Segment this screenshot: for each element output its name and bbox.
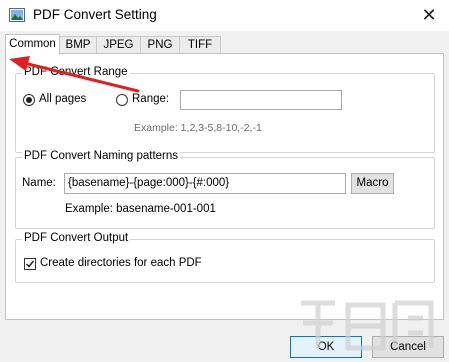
- close-icon: ✕: [421, 5, 437, 25]
- naming-group: PDF Convert Naming patterns Name: {basen…: [15, 150, 435, 229]
- tab-common[interactable]: Common: [5, 34, 60, 55]
- naming-example: Example: basename-001-001: [65, 203, 216, 215]
- name-label: Name:: [22, 177, 56, 189]
- all-pages-label[interactable]: All pages: [39, 93, 86, 105]
- ok-button[interactable]: OK: [290, 336, 362, 358]
- all-pages-radio[interactable]: [23, 94, 35, 106]
- tab-bmp[interactable]: BMP: [59, 36, 97, 54]
- range-radio[interactable]: [116, 94, 128, 106]
- tab-tiff[interactable]: TIFF: [179, 36, 221, 54]
- tab-png[interactable]: PNG: [140, 36, 180, 54]
- app-icon: [9, 8, 25, 22]
- macro-button[interactable]: Macro: [351, 173, 394, 194]
- create-dirs-label[interactable]: Create directories for each PDF: [40, 257, 202, 269]
- checkmark-icon: [25, 260, 35, 268]
- range-group-title: PDF Convert Range: [22, 66, 130, 78]
- naming-group-title: PDF Convert Naming patterns: [22, 150, 181, 162]
- tab-panel-common: PDF Convert Range All pages Range: Examp…: [5, 53, 444, 320]
- close-button[interactable]: ✕: [409, 0, 449, 31]
- range-input[interactable]: [180, 90, 342, 110]
- create-dirs-checkbox[interactable]: [24, 258, 36, 270]
- range-label[interactable]: Range:: [132, 93, 169, 105]
- name-pattern-input[interactable]: {basename}-{page:000}-{#:000}: [64, 173, 346, 194]
- range-group: PDF Convert Range All pages Range: Examp…: [15, 66, 435, 153]
- title-bar: PDF Convert Setting ✕: [0, 0, 449, 32]
- range-example: Example: 1,2,3-5,8-10,-2,-1: [134, 122, 262, 134]
- dialog-client-area: Common BMP JPEG PNG TIFF PDF Convert Ran…: [0, 31, 449, 362]
- tab-common-label: Common: [9, 38, 56, 50]
- tab-tiff-label: TIFF: [187, 39, 213, 51]
- tab-png-label: PNG: [147, 39, 173, 51]
- tab-jpeg[interactable]: JPEG: [96, 36, 141, 54]
- tab-jpeg-label: JPEG: [103, 39, 134, 51]
- output-group-title: PDF Convert Output: [22, 232, 131, 244]
- output-group: PDF Convert Output Create directories fo…: [15, 232, 435, 283]
- window-title: PDF Convert Setting: [33, 7, 157, 22]
- tab-bmp-label: BMP: [65, 39, 91, 51]
- cancel-button[interactable]: Cancel: [372, 336, 444, 358]
